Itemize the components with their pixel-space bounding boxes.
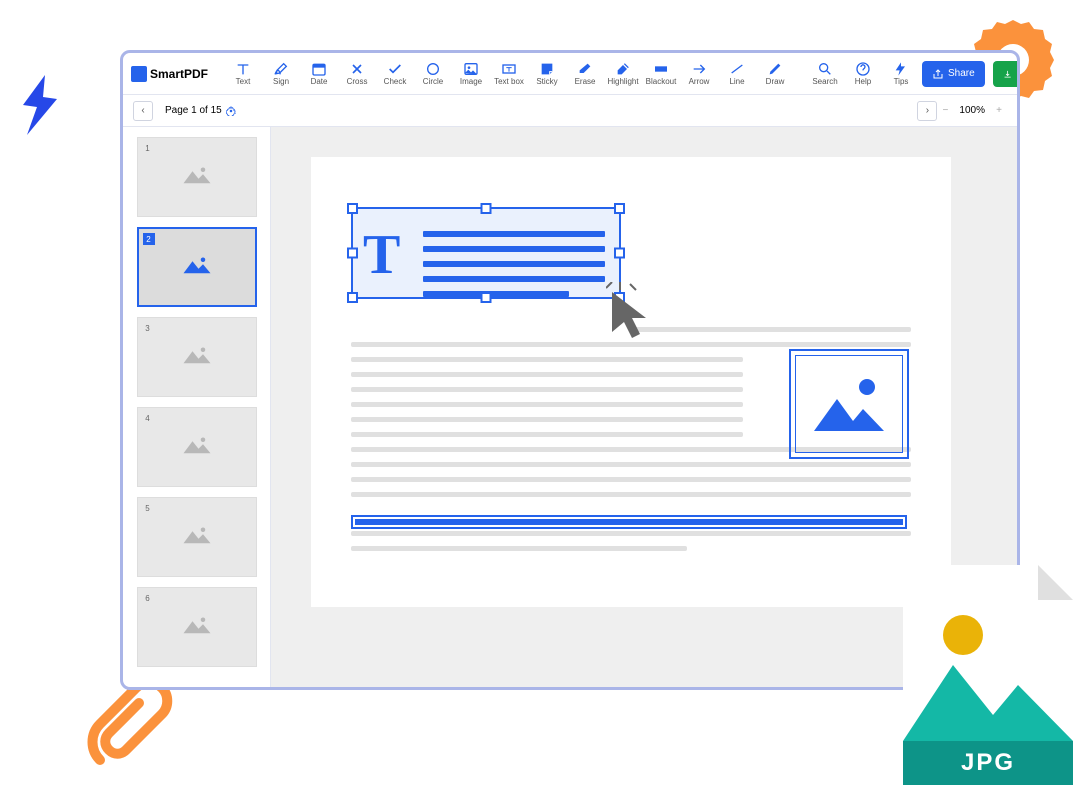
- resize-handle-bm[interactable]: [481, 292, 492, 303]
- thumb-number: 5: [142, 502, 154, 514]
- image-placeholder-icon: [182, 343, 212, 372]
- arrow-tool[interactable]: Arrow: [680, 55, 718, 93]
- tool-label: Draw: [766, 77, 785, 86]
- page-thumbnail[interactable]: 1: [137, 137, 257, 217]
- image-placeholder-icon: [182, 523, 212, 552]
- tool-label: Help: [855, 77, 871, 86]
- check-tool[interactable]: Check: [376, 55, 414, 93]
- thumb-number: 1: [142, 142, 154, 154]
- share-icon: [932, 68, 944, 80]
- tool-label: Sign: [273, 77, 289, 86]
- cursor-pointer-icon: [606, 282, 656, 347]
- tool-label: Check: [384, 77, 407, 86]
- resize-handle-ml[interactable]: [347, 248, 358, 259]
- image-box-selection[interactable]: [789, 349, 909, 459]
- image-placeholder-icon: [182, 613, 212, 642]
- jpg-file-icon: JPG: [903, 565, 1073, 785]
- pdf-editor-window: SmartPDF Text Sign Date Cross Check Circle Ima…: [120, 50, 1020, 690]
- circle-tool[interactable]: Circle: [414, 55, 452, 93]
- erase-tool[interactable]: Erase: [566, 55, 604, 93]
- share-button[interactable]: Share: [922, 61, 985, 87]
- zoom-out-button[interactable]: −: [937, 103, 953, 119]
- gear-icon[interactable]: [226, 106, 236, 116]
- zoom-value: 100%: [959, 105, 985, 116]
- draw-tool[interactable]: Draw: [756, 55, 794, 93]
- tool-label: Highlight: [607, 77, 638, 86]
- text-tool[interactable]: Text: [224, 55, 262, 93]
- thumb-number: 4: [142, 412, 154, 424]
- dropcap-letter: T: [363, 223, 400, 287]
- resize-handle-tl[interactable]: [347, 203, 358, 214]
- text-box-selection[interactable]: T: [351, 207, 621, 299]
- next-page-button[interactable]: ›: [917, 101, 937, 121]
- tool-label: Line: [729, 77, 744, 86]
- tool-label: Sticky: [536, 77, 557, 86]
- image-placeholder-icon: [182, 433, 212, 462]
- thumb-number: 3: [142, 322, 154, 334]
- resize-handle-bl[interactable]: [347, 292, 358, 303]
- thumbnail-sidebar[interactable]: 1 2 3 4 5 6: [123, 127, 271, 687]
- blackout-tool[interactable]: Blackout: [642, 55, 680, 93]
- resize-handle-tr[interactable]: [614, 203, 625, 214]
- tips-tool[interactable]: Tips: [882, 55, 920, 93]
- tool-label: Cross: [347, 77, 368, 86]
- page-thumbnail[interactable]: 4: [137, 407, 257, 487]
- sub-toolbar: ‹ Page 1 of 15 › − 100% +: [123, 95, 1017, 127]
- thumb-number: 6: [142, 592, 154, 604]
- logo-icon: [131, 66, 147, 82]
- help-tool[interactable]: Help: [844, 55, 882, 93]
- tool-label: Date: [311, 77, 328, 86]
- tool-label: Blackout: [646, 77, 677, 86]
- prev-page-button[interactable]: ‹: [133, 101, 153, 121]
- jpg-label: JPG: [903, 741, 1073, 785]
- download-icon: [1003, 68, 1012, 80]
- link-bar-selection[interactable]: [351, 515, 907, 529]
- date-tool[interactable]: Date: [300, 55, 338, 93]
- tool-label: Circle: [423, 77, 443, 86]
- page-thumbnail[interactable]: 6: [137, 587, 257, 667]
- zoom-in-button[interactable]: +: [991, 103, 1007, 119]
- textbox-tool[interactable]: Text box: [490, 55, 528, 93]
- tool-label: Image: [460, 77, 482, 86]
- page-thumbnail[interactable]: 2: [137, 227, 257, 307]
- tool-label: Text box: [494, 77, 524, 86]
- tool-label: Text: [236, 77, 251, 86]
- tool-label: Erase: [575, 77, 596, 86]
- tool-label: Tips: [894, 77, 909, 86]
- resize-handle-tm[interactable]: [481, 203, 492, 214]
- line-tool[interactable]: Line: [718, 55, 756, 93]
- page-indicator: Page 1 of 15: [165, 105, 905, 116]
- search-tool[interactable]: Search: [806, 55, 844, 93]
- cross-tool[interactable]: Cross: [338, 55, 376, 93]
- image-placeholder-icon: [182, 163, 212, 192]
- resize-handle-mr[interactable]: [614, 248, 625, 259]
- image-placeholder-icon: [182, 253, 212, 282]
- download-button[interactable]: Download pdf: [993, 61, 1020, 87]
- highlight-tool[interactable]: Highlight: [604, 55, 642, 93]
- tool-label: Arrow: [689, 77, 710, 86]
- sticky-tool[interactable]: Sticky: [528, 55, 566, 93]
- app-name: SmartPDF: [150, 67, 208, 81]
- main-toolbar: SmartPDF Text Sign Date Cross Check Circle Ima…: [123, 53, 1017, 95]
- app-logo[interactable]: SmartPDF: [131, 66, 208, 82]
- image-tool[interactable]: Image: [452, 55, 490, 93]
- page-thumbnail[interactable]: 5: [137, 497, 257, 577]
- pdf-page[interactable]: T: [311, 157, 951, 607]
- thumb-number: 2: [143, 233, 155, 245]
- page-thumbnail[interactable]: 3: [137, 317, 257, 397]
- lightning-decoration: [15, 75, 65, 135]
- sign-tool[interactable]: Sign: [262, 55, 300, 93]
- tool-label: Search: [812, 77, 837, 86]
